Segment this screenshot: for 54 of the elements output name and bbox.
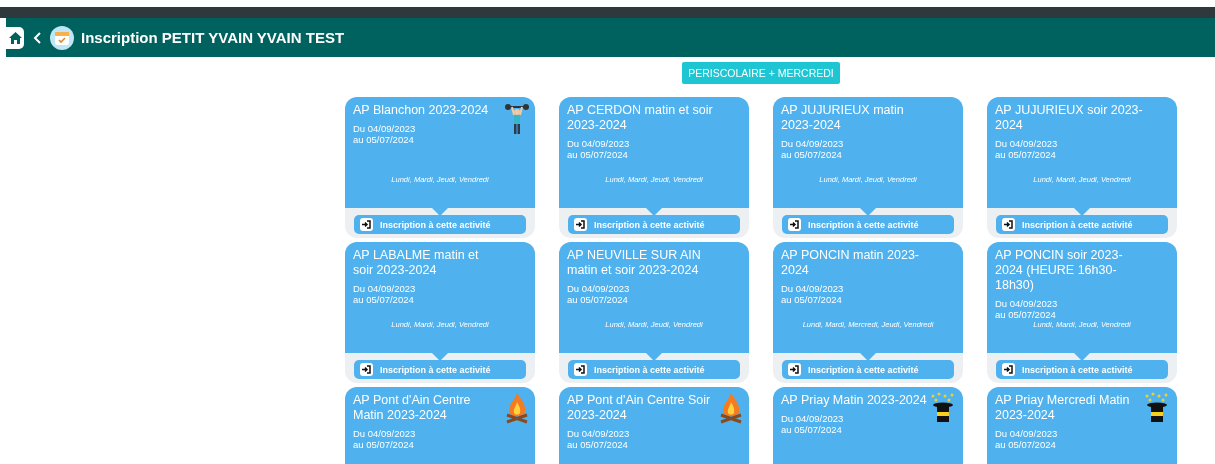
end-date: au 05/07/2024	[781, 294, 843, 305]
activity-title: AP LABALME matin et soir 2023-2024	[353, 248, 480, 278]
sign-in-icon	[788, 363, 801, 376]
end-date: au 05/07/2024	[567, 294, 629, 305]
sign-in-icon	[788, 218, 801, 231]
start-date: Du 04/09/2023	[567, 283, 631, 294]
start-date: Du 04/09/2023	[567, 138, 631, 149]
activity-title: AP Priay Mercredi Matin 2023-2024	[995, 393, 1131, 423]
activity-title: AP Blanchon 2023-2024	[353, 103, 490, 118]
sign-in-icon	[1002, 363, 1015, 376]
sign-in-icon	[360, 363, 373, 376]
start-date: Du 04/09/2023	[995, 298, 1059, 309]
activity-title: AP PONCIN matin 2023-2024	[781, 248, 921, 278]
back-button[interactable]	[31, 31, 43, 44]
end-date: au 05/07/2024	[353, 439, 415, 450]
home-icon	[8, 31, 22, 44]
sign-in-icon	[360, 218, 373, 231]
activity-title: AP Priay Matin 2023-2024	[781, 393, 928, 408]
activity-title: AP JUJURIEUX matin 2023-2024	[781, 103, 905, 133]
campfire-icon	[719, 392, 743, 424]
start-date: Du 04/09/2023	[995, 138, 1059, 149]
activity-title: AP Pont d'Ain Centre Matin 2023-2024	[353, 393, 472, 423]
start-date: Du 04/09/2023	[781, 413, 845, 424]
campfire-icon	[505, 392, 529, 424]
end-date: au 05/07/2024	[353, 294, 415, 305]
start-date: Du 04/09/2023	[353, 123, 417, 134]
chevron-left-icon	[33, 31, 41, 44]
end-date: au 05/07/2024	[995, 309, 1057, 320]
category-button[interactable]: PERISCOLAIRE + MERCREDI	[682, 62, 840, 84]
start-date: Du 04/09/2023	[995, 428, 1059, 439]
sign-in-icon	[1002, 218, 1015, 231]
start-date: Du 04/09/2023	[781, 283, 845, 294]
activity-title: AP NEUVILLE SUR AIN matin et soir 2023-2024	[567, 248, 702, 278]
activity-title: AP CERDON matin et soir 2023-2024	[567, 103, 714, 133]
sign-in-icon	[574, 218, 587, 231]
calendar-avatar-icon	[50, 25, 74, 50]
end-date: au 05/07/2024	[781, 149, 843, 160]
page-title: Inscription PETIT YVAIN YVAIN TEST	[81, 29, 345, 46]
end-date: au 05/07/2024	[995, 149, 1057, 160]
end-date: au 05/07/2024	[353, 134, 415, 145]
end-date: au 05/07/2024	[567, 439, 629, 450]
home-button[interactable]	[6, 26, 24, 49]
weightlifter-icon	[505, 102, 529, 136]
end-date: au 05/07/2024	[567, 149, 629, 160]
activity-title: AP JUJURIEUX soir 2023-2024	[995, 103, 1143, 133]
end-date: au 05/07/2024	[781, 424, 843, 435]
end-date: au 05/07/2024	[995, 439, 1057, 450]
start-date: Du 04/09/2023	[781, 138, 845, 149]
start-date: Du 04/09/2023	[353, 428, 417, 439]
activity-title: AP Pont d'Ain Centre Soir 2023-2024	[567, 393, 712, 423]
start-date: Du 04/09/2023	[567, 428, 631, 439]
activity-title: AP PONCIN soir 2023-2024 (HEURE 16h30-18h30)	[995, 248, 1124, 293]
start-date: Du 04/09/2023	[353, 283, 417, 294]
sign-in-icon	[574, 363, 587, 376]
